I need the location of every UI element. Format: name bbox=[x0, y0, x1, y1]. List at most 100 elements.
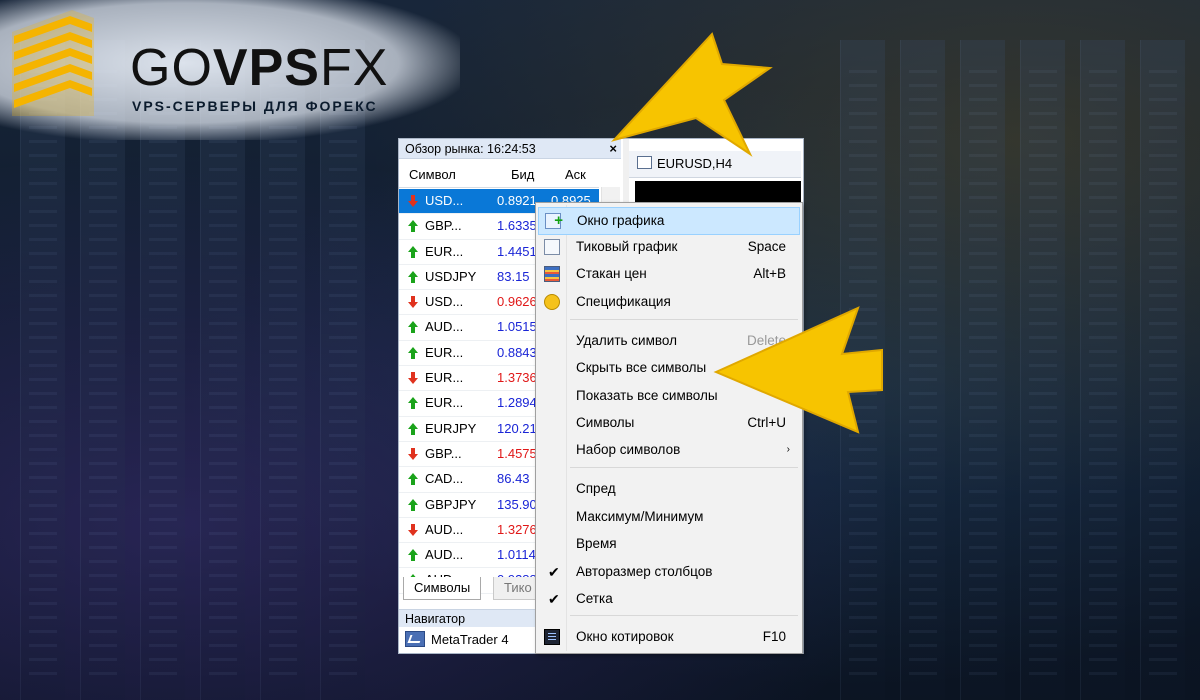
menu-item-shortcut: Alt+B bbox=[753, 266, 786, 281]
menu-item-label: Тиковый график bbox=[576, 239, 678, 254]
bid-cell: 135.90 bbox=[497, 496, 537, 512]
symbol-cell: GBP... bbox=[425, 218, 462, 234]
arrow-up-icon bbox=[408, 220, 418, 233]
logo-tagline: VPS-СЕРВЕРЫ ДЛЯ ФОРЕКС bbox=[132, 98, 378, 114]
arrow-up-icon bbox=[408, 549, 418, 562]
arrow-up-icon bbox=[408, 473, 418, 486]
column-header-ask[interactable]: Аск bbox=[565, 167, 586, 182]
tick-chart-icon bbox=[544, 239, 560, 255]
symbol-cell: GBPJPY bbox=[425, 496, 477, 512]
menu-item[interactable]: ✔ Сетка bbox=[538, 586, 800, 612]
symbol-cell: EUR... bbox=[425, 243, 464, 259]
navigator-item-label: MetaTrader 4 bbox=[431, 631, 509, 647]
menu-item-label: Спред bbox=[576, 481, 616, 496]
arrow-down-icon bbox=[408, 195, 418, 207]
bid-cell: 0.89211 bbox=[497, 193, 537, 208]
menu-item-label: Символы bbox=[576, 415, 635, 430]
symbol-cell: AUD... bbox=[425, 319, 464, 335]
check-icon: ✔ bbox=[548, 591, 560, 607]
menu-item-label: Максимум/Минимум bbox=[576, 509, 704, 524]
bid-cell: 1.0515 bbox=[497, 319, 537, 335]
arrow-up-icon bbox=[408, 346, 418, 359]
menu-item[interactable]: Максимум/Минимум bbox=[538, 504, 800, 530]
column-header-bid[interactable]: Бид bbox=[511, 167, 534, 182]
menu-separator bbox=[570, 615, 798, 616]
symbol-cell: EUR... bbox=[425, 370, 464, 386]
arrow-up-icon bbox=[408, 321, 418, 334]
bid-cell: 1.6335 bbox=[497, 218, 537, 234]
symbol-cell: USD... bbox=[425, 193, 464, 208]
bid-cell: 120.21 bbox=[497, 420, 537, 436]
menu-item[interactable]: Время bbox=[538, 531, 800, 557]
symbol-cell: GBP... bbox=[425, 445, 462, 461]
pointer-arrow-icon bbox=[610, 32, 773, 157]
menu-item-label: Время bbox=[576, 536, 617, 551]
depth-of-market-icon bbox=[544, 266, 560, 282]
market-watch-titlebar: Обзор рынка: 16:24:53 × bbox=[399, 139, 621, 159]
symbol-cell: AUD... bbox=[425, 547, 464, 563]
symbol-cell: EUR... bbox=[425, 344, 464, 360]
logo-building-icon bbox=[12, 10, 94, 116]
bid-cell: 1.2894 bbox=[497, 395, 537, 411]
check-icon: ✔ bbox=[548, 564, 560, 580]
menu-separator bbox=[570, 467, 798, 468]
menu-item[interactable]: Окно графика bbox=[538, 207, 800, 235]
bid-cell: 1.3276 bbox=[497, 521, 537, 537]
menu-item-label: Удалить символ bbox=[576, 333, 677, 348]
symbol-cell: AUD... bbox=[425, 521, 464, 537]
menu-item-label: Сетка bbox=[576, 591, 613, 606]
menu-item[interactable]: Спред bbox=[538, 476, 800, 502]
logo-wordmark: GOVPSFX bbox=[130, 39, 389, 97]
menu-item-shortcut: F10 bbox=[762, 629, 786, 644]
navigator-item-metatrader[interactable]: MetaTrader 4 bbox=[405, 631, 509, 647]
menu-item-label: Авторазмер столбцов bbox=[576, 564, 713, 579]
symbol-cell: EUR... bbox=[425, 395, 464, 411]
menu-item[interactable]: Тиковый график Space bbox=[538, 234, 800, 260]
bid-cell: 86.43 bbox=[497, 471, 530, 487]
arrow-down-icon bbox=[408, 523, 418, 536]
menu-item-label: Стакан цен bbox=[576, 266, 647, 281]
arrow-down-icon bbox=[408, 372, 418, 385]
bid-cell: 1.0114 bbox=[497, 547, 536, 563]
bid-cell: 0.9626 bbox=[497, 294, 537, 310]
brand-logo: GOVPSFX VPS-СЕРВЕРЫ ДЛЯ ФОРЕКС bbox=[0, 0, 460, 140]
market-watch-header: Символ Бид Аск bbox=[399, 163, 599, 188]
bid-cell: 83.15 bbox=[497, 268, 530, 284]
chart-canvas[interactable] bbox=[635, 181, 801, 203]
market-watch-title: Обзор рынка: 16:24:53 bbox=[405, 142, 536, 156]
arrow-up-icon bbox=[408, 422, 418, 435]
bid-cell: 0.8843 bbox=[497, 344, 537, 360]
menu-item[interactable]: Окно котировок F10 bbox=[538, 624, 800, 650]
arrow-down-icon bbox=[408, 447, 418, 460]
menu-item-label: Окно графика bbox=[577, 213, 665, 228]
specification-icon bbox=[544, 294, 560, 310]
menu-item-label: Показать все символы bbox=[576, 388, 718, 403]
menu-item-label: Спецификация bbox=[576, 294, 671, 309]
bid-cell: 1.4575 bbox=[497, 445, 537, 461]
arrow-down-icon bbox=[408, 296, 418, 309]
menu-item-label: Окно котировок bbox=[576, 629, 674, 644]
menu-item[interactable]: Стакан цен Alt+B bbox=[538, 261, 800, 287]
symbol-cell: USD... bbox=[425, 294, 464, 310]
quotes-window-icon bbox=[544, 629, 560, 645]
menu-item[interactable]: Набор символов › bbox=[538, 437, 800, 463]
menu-item-label: Набор символов bbox=[576, 442, 681, 457]
column-header-symbol[interactable]: Символ bbox=[409, 167, 456, 182]
metatrader-icon bbox=[405, 631, 425, 647]
arrow-up-icon bbox=[408, 498, 418, 511]
submenu-arrow-icon: › bbox=[786, 444, 790, 455]
symbol-cell: CAD... bbox=[425, 471, 464, 487]
symbol-cell: EURJPY bbox=[425, 420, 477, 436]
menu-item-shortcut: Space bbox=[747, 239, 786, 254]
arrow-up-icon bbox=[408, 245, 418, 258]
tab-symbols[interactable]: Символы bbox=[403, 577, 482, 600]
pointer-arrow-icon bbox=[713, 306, 883, 434]
bid-cell: 1.3736 bbox=[497, 370, 537, 386]
bid-cell: 1.4451 bbox=[497, 243, 537, 259]
menu-item[interactable]: ✔ Авторазмер столбцов bbox=[538, 559, 800, 585]
chart-window-title: EURUSD,H4 bbox=[657, 156, 733, 171]
symbol-cell: USDJPY bbox=[425, 268, 477, 284]
arrow-up-icon bbox=[408, 270, 418, 283]
chart-window-icon bbox=[545, 208, 563, 234]
arrow-up-icon bbox=[408, 397, 418, 410]
